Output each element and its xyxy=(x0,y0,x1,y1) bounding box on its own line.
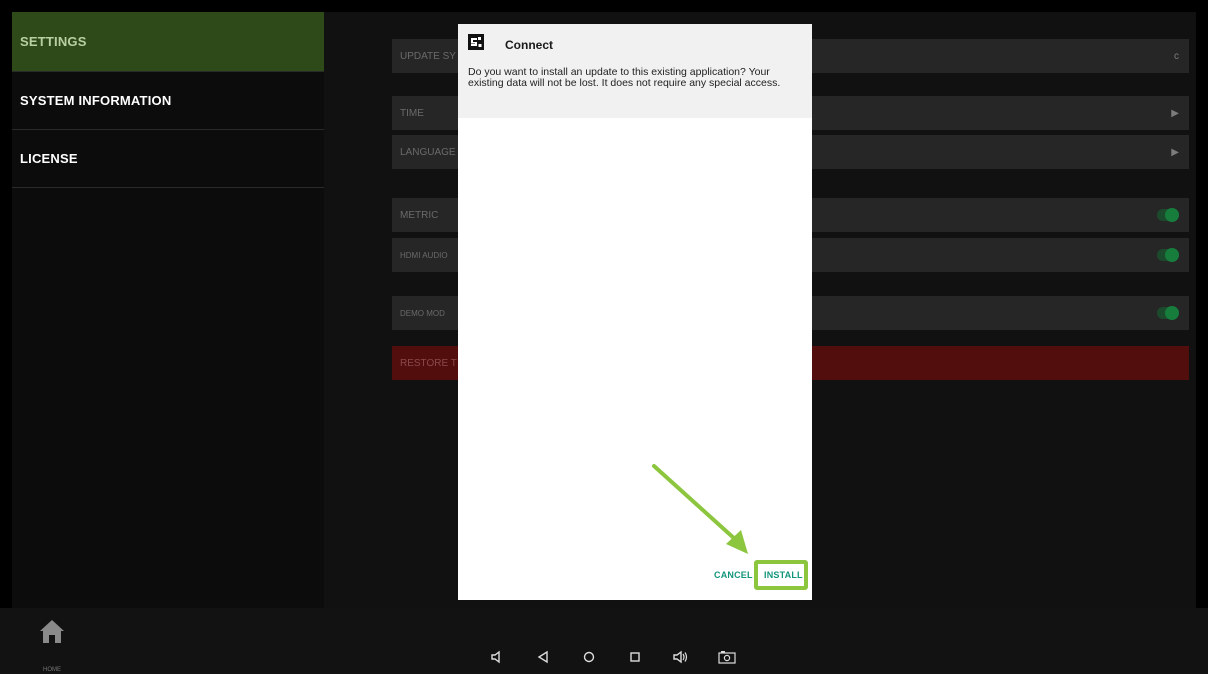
row-label: LANGUAGE xyxy=(400,146,456,158)
screenshot-icon xyxy=(718,651,736,664)
install-dialog: Connect Do you want to install an update… xyxy=(458,24,812,600)
volume-down-button[interactable] xyxy=(484,646,510,668)
home-label: HOME xyxy=(43,667,61,673)
sidebar-item-label: SYSTEM INFORMATION xyxy=(20,93,172,108)
back-icon xyxy=(537,650,548,664)
refresh-icon: c xyxy=(1174,50,1179,62)
chevron-right-icon: ▶ xyxy=(1171,107,1179,119)
volume-up-button[interactable] xyxy=(668,646,694,668)
sidebar-item-settings[interactable]: SETTINGS xyxy=(12,12,324,72)
dialog-title: Connect xyxy=(505,38,553,52)
sidebar-item-label: SETTINGS xyxy=(20,34,87,49)
demo-mode-toggle[interactable] xyxy=(1157,306,1179,320)
row-label: UPDATE SY xyxy=(400,50,456,62)
row-label: RESTORE T xyxy=(400,357,457,369)
row-label: DEMO MOD xyxy=(400,308,445,318)
home-circle-icon xyxy=(583,651,595,663)
sidebar-item-label: LICENSE xyxy=(20,151,78,166)
sidebar-item-system-information[interactable]: SYSTEM INFORMATION xyxy=(12,72,324,130)
hdmi-audio-toggle[interactable] xyxy=(1157,248,1179,262)
metric-toggle[interactable] xyxy=(1157,208,1179,222)
cancel-button[interactable]: CANCEL xyxy=(714,570,753,580)
home-icon xyxy=(40,620,64,643)
volume-down-icon xyxy=(491,650,500,664)
sidebar-item-license[interactable]: LICENSE xyxy=(12,130,324,188)
recents-button[interactable] xyxy=(622,646,648,668)
row-label: METRIC xyxy=(400,209,439,221)
screenshot-button[interactable] xyxy=(714,646,740,668)
sidebar: SETTINGS SYSTEM INFORMATION LICENSE xyxy=(12,12,324,608)
volume-up-icon xyxy=(673,650,688,664)
home-button[interactable]: HOME xyxy=(30,618,74,673)
bottom-bar: HOME xyxy=(0,608,1208,674)
chevron-right-icon: ▶ xyxy=(1171,146,1179,158)
recents-icon xyxy=(630,652,640,662)
dialog-header: Connect Do you want to install an update… xyxy=(458,24,812,118)
system-nav-bar xyxy=(484,646,740,668)
app-icon xyxy=(468,34,484,50)
install-highlight-box xyxy=(754,560,808,590)
back-button[interactable] xyxy=(530,646,556,668)
home-nav-button[interactable] xyxy=(576,646,602,668)
row-label: TIME xyxy=(400,107,424,119)
dialog-message: Do you want to install an update to this… xyxy=(468,66,781,89)
row-label: HDMI AUDIO xyxy=(400,250,448,260)
